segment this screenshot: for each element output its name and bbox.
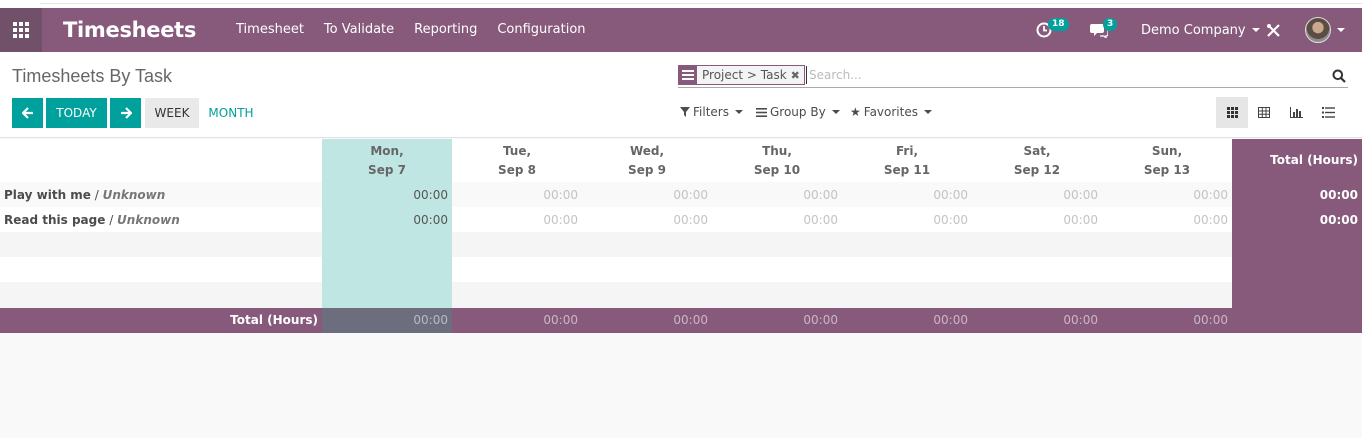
filters-dropdown[interactable]: Filters [680,105,743,119]
grid-view-icon [1226,107,1238,118]
menu-timesheet[interactable]: Timesheet [226,8,314,52]
activity-button[interactable] [1036,8,1052,52]
app-brand[interactable]: Timesheets [63,8,196,52]
tools-icon [1267,23,1280,37]
grid-cell[interactable]: 00:00 [452,213,582,227]
table-icon [1258,107,1270,118]
grid-cell[interactable]: 00:00 [1102,213,1232,227]
grid-cell[interactable]: 00:00 [582,188,712,202]
grid-cell[interactable]: 00:00 [972,188,1102,202]
empty-row [0,257,1232,282]
graph-view-button[interactable] [1280,97,1312,128]
row-label-read-this-page[interactable]: Read this page / Unknown [4,213,180,227]
totals-footer: Total (Hours) 00:00 00:00 00:00 00:00 00… [0,308,1232,333]
groupby-dropdown[interactable]: Group By [756,105,840,119]
day-header-wed: Wed, Sep 9 [628,144,666,177]
favorites-label: Favorites [863,105,918,119]
debug-tools-button[interactable] [1266,8,1281,52]
bar-chart-icon [1289,107,1303,118]
page-title: Timesheets By Task [12,66,173,86]
list-view-button[interactable] [1312,97,1344,128]
groupby-facet-icon [679,66,697,84]
column-total: 00:00 [933,313,968,327]
groupby-label: Group By [770,105,826,119]
column-total: 00:00 [803,313,838,327]
apps-menu-icon[interactable] [0,8,42,52]
chevron-down-icon [1337,28,1345,32]
control-panel: Timesheets By Task Project > Task ✖ TODA… [0,52,1362,138]
row-total: 00:00 [1319,188,1358,202]
menu-configuration[interactable]: Configuration [487,8,595,52]
chevron-down-icon [734,110,743,114]
day-header-thu: Thu, Sep 10 [753,144,801,177]
view-switcher [1216,97,1344,128]
grid-cell[interactable]: 00:00 [712,188,842,202]
facet-remove-icon[interactable]: ✖ [791,69,804,82]
chevron-down-icon [1251,28,1260,32]
groupby-facet: Project > Task ✖ [678,65,805,85]
total-column: Total (Hours) 00:00 00:00 [1232,139,1362,333]
favorites-dropdown[interactable]: ★ Favorites [850,105,932,119]
activity-count-badge: 18 [1048,18,1069,31]
arrow-right-icon [120,107,132,119]
search-input[interactable] [806,66,1316,84]
company-name: Demo Company [1141,22,1246,38]
chevron-down-icon [923,110,932,114]
day-header-mon: Mon, Sep 7 [368,144,406,177]
column-total: 00:00 [673,313,708,327]
empty-row [0,232,1232,257]
menu-reporting[interactable]: Reporting [404,8,487,52]
grid-cell[interactable]: 00:00 [712,213,842,227]
grid-cell[interactable]: 00:00 [842,188,972,202]
menu-to-validate[interactable]: To Validate [314,8,404,52]
list-icon [1321,107,1335,118]
previous-period-button[interactable] [12,98,43,128]
day-header-tue: Tue, Sep 8 [498,144,536,177]
star-icon: ★ [850,105,861,119]
grid-view-button[interactable] [1216,97,1248,128]
user-menu[interactable] [1305,8,1345,52]
avatar [1305,17,1331,43]
grid-cell[interactable]: 00:00 [972,213,1102,227]
timesheet-grid: Mon, Sep 7 Tue, Sep 8 Wed, Sep 9 Thu, Sep 10… [0,139,1362,333]
empty-row [0,282,1232,308]
chevron-down-icon [831,110,840,114]
top-menu: Timesheet To Validate Reporting Configur… [226,8,596,52]
row-label-play-with-me[interactable]: Play with me / Unknown [4,188,165,202]
search-icon[interactable] [1332,68,1346,87]
grid-cell[interactable]: 00:00 [582,213,712,227]
column-total: 00:00 [1063,313,1098,327]
grid-cell[interactable]: 00:00 [322,213,452,227]
week-range-button[interactable]: WEEK [145,98,199,128]
day-header-fri: Fri, Sep 11 [883,144,931,177]
company-switcher[interactable]: Demo Company [1141,8,1260,52]
arrow-left-icon [21,107,33,119]
browser-top-strip [0,0,1362,8]
day-header-sat: Sat, Sep 12 [1013,144,1061,177]
pivot-view-button[interactable] [1248,97,1280,128]
facet-label: Project > Task [702,68,787,82]
column-total: 00:00 [543,313,578,327]
month-range-button[interactable]: MONTH [202,98,260,128]
filters-label: Filters [693,105,729,119]
footer-label: Total (Hours) [230,313,318,327]
total-column-header: Total (Hours) [1270,153,1358,167]
grid-cell[interactable]: 00:00 [452,188,582,202]
column-total: 00:00 [1193,313,1228,327]
today-button[interactable]: TODAY [46,98,107,128]
grid-cell[interactable]: 00:00 [842,213,972,227]
day-header-sun: Sun, Sep 13 [1143,144,1191,177]
bars-icon [756,107,767,117]
grid-cell[interactable]: 00:00 [1102,188,1232,202]
filter-icon [680,107,690,117]
column-total: 00:00 [413,313,448,327]
row-total: 00:00 [1319,213,1358,227]
grid-cell[interactable]: 00:00 [322,188,452,202]
message-count-badge: 3 [1103,18,1118,31]
search-bar: Project > Task ✖ [678,64,1348,88]
next-period-button[interactable] [110,98,141,128]
main-navbar: Timesheets Timesheet To Validate Reporti… [0,8,1362,52]
